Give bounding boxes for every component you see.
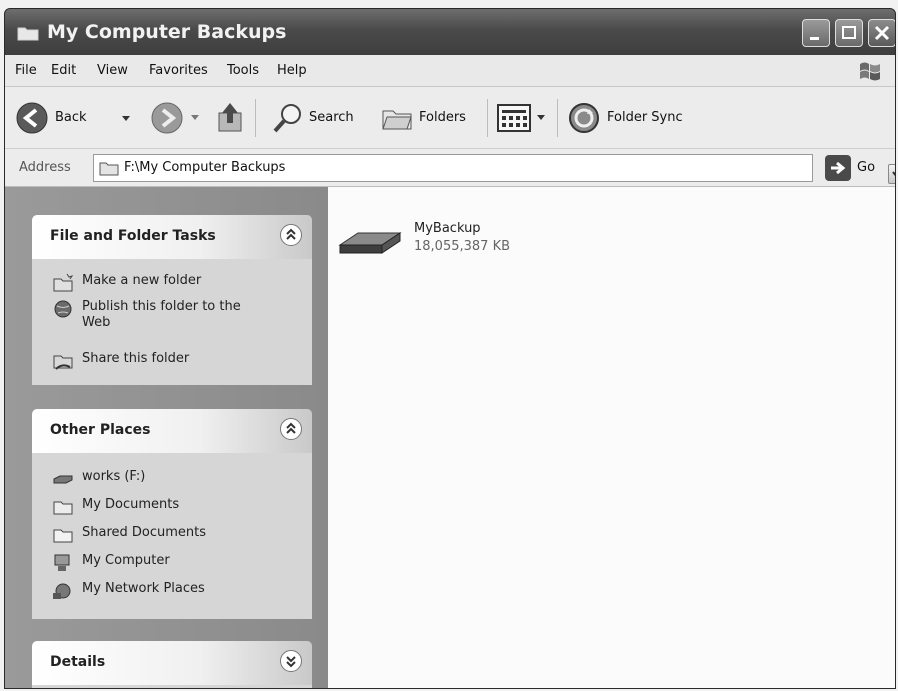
explorer-window: My Computer Backups File Edit View Favor… xyxy=(4,8,896,689)
menu-file[interactable]: File xyxy=(15,63,37,78)
link-label: Shared Documents xyxy=(82,525,207,540)
forward-button[interactable] xyxy=(150,101,184,135)
menu-tools[interactable]: Tools xyxy=(227,63,259,78)
back-button[interactable]: Back xyxy=(13,97,138,139)
address-dropdown-button[interactable] xyxy=(888,164,895,184)
folders-label: Folders xyxy=(419,110,466,125)
file-list-area[interactable]: MyBackup 18,055,387 KB xyxy=(328,187,895,688)
menu-edit[interactable]: Edit xyxy=(51,63,76,78)
chevron-down-icon xyxy=(286,656,296,668)
menu-bar: File Edit View Favorites Tools Help xyxy=(5,55,895,87)
panel-header[interactable]: Details xyxy=(32,641,312,685)
expand-button[interactable] xyxy=(280,650,302,672)
dropdown-arrow-icon[interactable] xyxy=(121,115,131,123)
search-label: Search xyxy=(309,110,354,125)
other-place-shared-documents[interactable]: Shared Documents xyxy=(52,525,206,545)
go-arrow-icon xyxy=(831,161,846,175)
views-button[interactable] xyxy=(497,103,533,133)
folders-icon xyxy=(382,110,412,130)
folder-sync-label: Folder Sync xyxy=(607,110,683,125)
back-arrow-icon xyxy=(16,102,48,134)
panel-header[interactable]: Other Places xyxy=(32,409,312,453)
drive-icon xyxy=(53,475,73,484)
toolbar-separator xyxy=(487,99,488,137)
toolbar-separator xyxy=(255,99,256,137)
address-label: Address xyxy=(19,160,71,175)
link-label: My Documents xyxy=(82,497,180,512)
share-folder-icon xyxy=(53,355,73,370)
make-new-folder-link[interactable]: Make a new folder xyxy=(52,273,201,293)
other-places-panel: Other Places works (F:) My Documents Sha… xyxy=(32,409,312,619)
link-label: My Computer xyxy=(82,553,170,568)
chevron-up-icon xyxy=(286,422,296,434)
menu-view[interactable]: View xyxy=(97,63,128,78)
close-button[interactable] xyxy=(868,19,895,47)
chevron-up-icon xyxy=(286,228,296,240)
address-value: F:\My Computer Backups xyxy=(124,160,286,175)
collapse-button[interactable] xyxy=(280,418,302,440)
other-place-works-drive[interactable]: works (F:) xyxy=(52,469,145,489)
share-folder-link[interactable]: Share this folder xyxy=(52,351,189,371)
views-dropdown-icon[interactable] xyxy=(537,115,545,121)
minimize-icon xyxy=(810,37,819,40)
folder-icon xyxy=(17,27,39,41)
other-place-my-documents[interactable]: My Documents xyxy=(52,497,179,517)
search-icon xyxy=(273,104,301,133)
link-label: My Network Places xyxy=(82,581,205,596)
menu-help[interactable]: Help xyxy=(277,63,307,78)
panel-title: File and Folder Tasks xyxy=(50,228,216,244)
sync-icon xyxy=(569,103,599,133)
file-item[interactable]: MyBackup 18,055,387 KB xyxy=(336,221,556,271)
network-icon xyxy=(53,583,71,599)
documents-folder-icon xyxy=(53,501,73,515)
back-label: Back xyxy=(55,110,87,125)
title-bar[interactable]: My Computer Backups xyxy=(5,9,895,55)
panel-header[interactable]: File and Folder Tasks xyxy=(32,215,312,259)
link-label: works (F:) xyxy=(82,469,146,484)
backup-drive-icon xyxy=(338,232,402,254)
file-folder-tasks-panel: File and Folder Tasks Make a new folder … xyxy=(32,215,312,385)
folder-icon xyxy=(99,162,119,176)
shared-folder-icon xyxy=(53,529,73,543)
link-label: Share this folder xyxy=(82,351,190,366)
folders-button[interactable]: Folders xyxy=(377,97,482,139)
maximize-icon xyxy=(842,26,856,39)
folder-sync-button[interactable]: Folder Sync xyxy=(565,97,710,139)
up-folder-button[interactable] xyxy=(213,99,247,137)
file-size: 18,055,387 KB xyxy=(414,239,511,254)
panel-title: Details xyxy=(50,654,106,670)
task-pane: File and Folder Tasks Make a new folder … xyxy=(5,187,328,688)
chevron-down-icon xyxy=(892,171,895,177)
other-place-my-computer[interactable]: My Computer xyxy=(52,553,170,573)
link-label: Make a new folder xyxy=(82,273,202,288)
menu-favorites[interactable]: Favorites xyxy=(149,63,208,78)
go-button[interactable] xyxy=(825,155,851,181)
file-name: MyBackup xyxy=(414,221,481,236)
publish-folder-link[interactable]: Publish this folder to the Web xyxy=(52,299,302,331)
window-title: My Computer Backups xyxy=(47,21,287,43)
windows-logo-icon xyxy=(860,62,880,81)
link-label: Publish this folder to the Web xyxy=(82,299,241,330)
toolbar: Back Search Folders Folder Sync xyxy=(5,87,895,149)
address-bar: Address F:\My Computer Backups Go xyxy=(5,149,895,187)
maximize-button[interactable] xyxy=(835,19,863,47)
new-folder-icon xyxy=(53,273,74,292)
close-icon xyxy=(874,25,890,41)
minimize-button[interactable] xyxy=(802,19,830,47)
details-panel: Details xyxy=(32,641,312,688)
panel-title: Other Places xyxy=(50,422,151,438)
globe-icon xyxy=(54,300,72,318)
go-label[interactable]: Go xyxy=(857,160,875,175)
collapse-button[interactable] xyxy=(280,224,302,246)
toolbar-separator xyxy=(557,99,558,137)
computer-icon xyxy=(54,554,70,571)
address-input[interactable]: F:\My Computer Backups xyxy=(93,154,895,184)
forward-dropdown-icon[interactable] xyxy=(191,115,199,121)
search-button[interactable]: Search xyxy=(267,97,367,139)
other-place-my-network-places[interactable]: My Network Places xyxy=(52,581,205,601)
